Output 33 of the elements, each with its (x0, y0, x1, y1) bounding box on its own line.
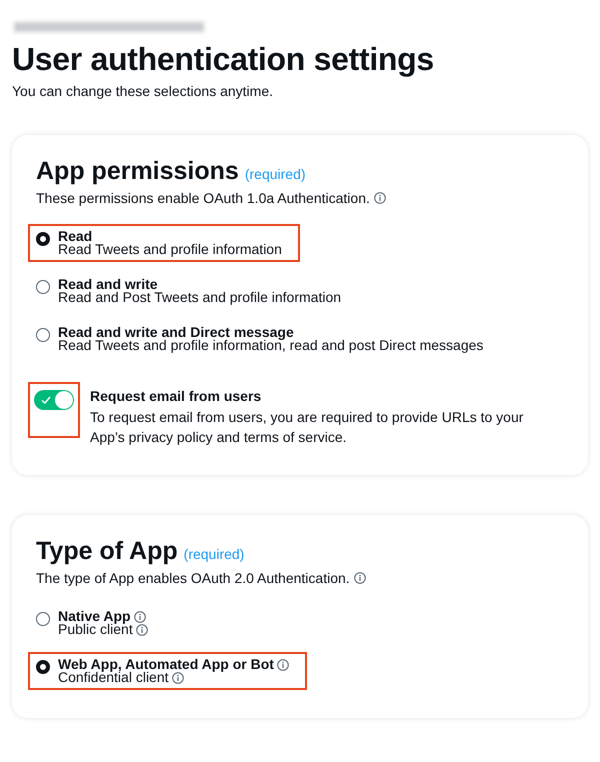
required-label: (required) (184, 546, 244, 562)
option-label: Read and write and Direct message (58, 326, 294, 340)
toggle-label: Request email from users (90, 388, 262, 404)
option-label: Web App, Automated App or Bot (58, 658, 274, 672)
toggle-description: To request email from users, you are required to provide URLs to your App’s privacy policy and terms of service. (90, 408, 524, 448)
radio-button[interactable] (36, 232, 50, 246)
section-title: App permissions (36, 157, 239, 186)
section-description: The type of App enables OAuth 2.0 Authentication. (36, 570, 350, 586)
info-icon[interactable] (354, 572, 366, 584)
toggle-switch[interactable] (34, 390, 74, 410)
radio-button[interactable] (36, 660, 50, 674)
option-description: Public client (58, 623, 133, 636)
check-icon (40, 394, 52, 406)
option-label: Native App (58, 610, 131, 624)
info-icon[interactable] (276, 658, 289, 671)
option-description: Read and Post Tweets and profile information (58, 291, 342, 304)
required-label: (required) (244, 166, 306, 182)
option-description: Read Tweets and profile information (58, 243, 282, 256)
radio-button[interactable] (36, 280, 50, 294)
option-label: Read (58, 230, 92, 244)
page-title: User authentication settings (12, 42, 435, 78)
info-icon[interactable] (134, 610, 146, 623)
page-subtitle: You can change these selections anytime. (12, 83, 274, 100)
section-description: These permissions enable OAuth 1.0a Authentication. (36, 190, 370, 206)
radio-button[interactable] (36, 328, 50, 342)
info-icon[interactable] (172, 672, 184, 684)
option-description: Confidential client (58, 671, 169, 684)
option-label: Read and write (58, 278, 158, 292)
radio-button[interactable] (36, 612, 50, 626)
info-icon[interactable] (136, 624, 148, 636)
option-description: Read Tweets and profile information, read and post Direct messages (58, 339, 484, 352)
info-icon[interactable] (374, 192, 386, 204)
section-title: Type of App (36, 537, 178, 566)
